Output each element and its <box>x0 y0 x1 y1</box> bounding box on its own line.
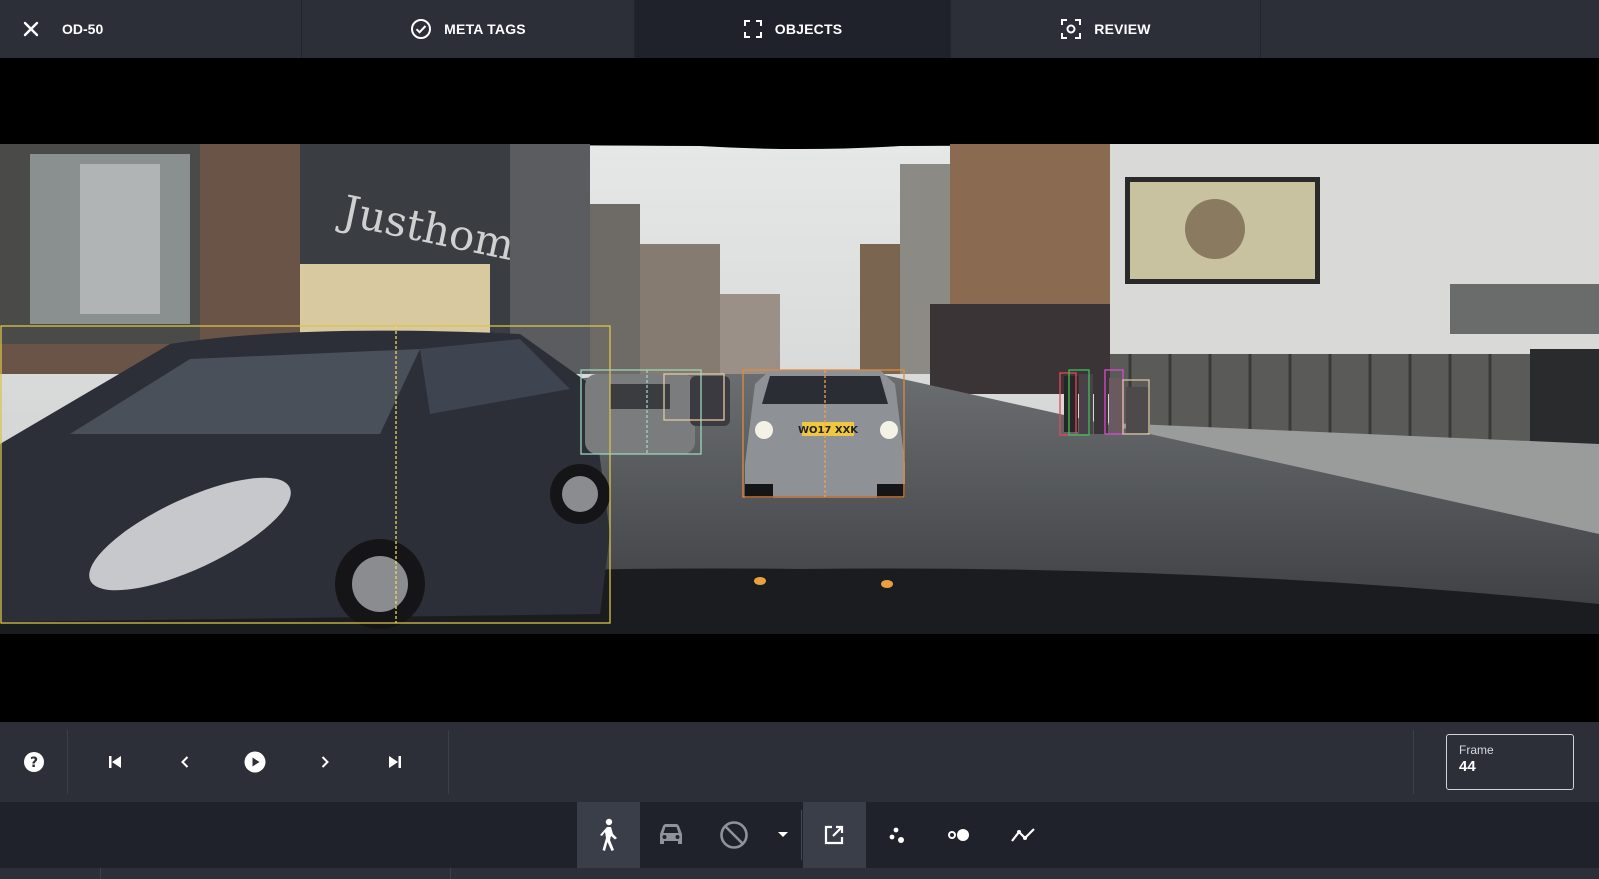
fullscreen-frame-icon <box>743 20 762 38</box>
car-icon <box>660 824 682 844</box>
playback-timeline[interactable] <box>449 730 1414 794</box>
pedestrian-icon <box>600 818 617 851</box>
skip-to-end-icon <box>389 756 401 768</box>
close-button[interactable] <box>0 0 62 58</box>
point-circle-icon <box>948 829 969 841</box>
previous-frame-button[interactable] <box>150 730 220 794</box>
open-external-icon <box>824 825 844 845</box>
close-icon <box>23 21 39 37</box>
playback-controls <box>68 730 449 794</box>
tab-review-label: REVIEW <box>1094 21 1151 37</box>
playback-bar: ? Frame 44 <box>0 722 1599 802</box>
pedestrian-tool[interactable] <box>576 802 640 868</box>
focus-frame-icon <box>1061 19 1082 39</box>
polyline-icon <box>1011 828 1035 842</box>
help-icon: ? <box>23 752 44 772</box>
status-divider <box>100 868 101 879</box>
tab-objects-label: OBJECTS <box>774 21 843 37</box>
status-divider <box>450 868 451 879</box>
play-button[interactable] <box>220 730 290 794</box>
annotation-toolbar <box>0 802 1599 868</box>
chevron-right-icon <box>321 756 329 768</box>
skip-to-start-icon <box>109 756 121 768</box>
ignore-tool[interactable] <box>703 802 766 868</box>
last-frame-button[interactable] <box>360 730 430 794</box>
next-frame-button[interactable] <box>290 730 360 794</box>
tab-review[interactable]: REVIEW <box>951 0 1261 58</box>
frame-label: Frame <box>1459 743 1494 757</box>
task-id: OD-50 <box>62 0 302 58</box>
check-circle-icon <box>411 19 432 39</box>
license-plate: WO17 XXK <box>798 425 859 436</box>
top-bar: OD-50 META TAGS OBJECTS REVIEW <box>0 0 1599 58</box>
status-bar <box>0 868 1599 879</box>
street-scene[interactable]: Justhome WO17 XXK <box>0 144 1599 634</box>
open-external-tool[interactable] <box>802 802 866 868</box>
car-tool[interactable] <box>640 802 703 868</box>
toolbar-divider <box>800 810 802 860</box>
svg-text:?: ? <box>29 755 37 771</box>
frame-field[interactable]: Frame 44 <box>1446 734 1574 790</box>
tool-dropdown-button[interactable] <box>766 802 800 868</box>
polyline-tool[interactable] <box>992 802 1055 868</box>
dropdown-arrow-icon <box>777 832 788 837</box>
first-frame-button[interactable] <box>80 730 150 794</box>
tab-meta-tags[interactable]: META TAGS <box>302 0 635 58</box>
ignore-icon <box>720 821 748 849</box>
tab-meta-tags-label: META TAGS <box>444 21 526 37</box>
chevron-left-icon <box>181 756 189 768</box>
play-circle-icon <box>244 751 266 773</box>
annotation-app: OD-50 META TAGS OBJECTS REVIEW Justhome … <box>0 0 1599 879</box>
image-viewer[interactable]: Justhome WO17 XXK <box>0 58 1599 722</box>
tab-objects[interactable]: OBJECTS <box>635 0 951 58</box>
keypoints-icon <box>889 827 904 843</box>
tool-group <box>576 802 1055 868</box>
point-tool[interactable] <box>929 802 992 868</box>
keypoints-tool[interactable] <box>866 802 929 868</box>
frame-value[interactable]: 44 <box>1459 758 1561 775</box>
help-button[interactable]: ? <box>0 730 68 794</box>
